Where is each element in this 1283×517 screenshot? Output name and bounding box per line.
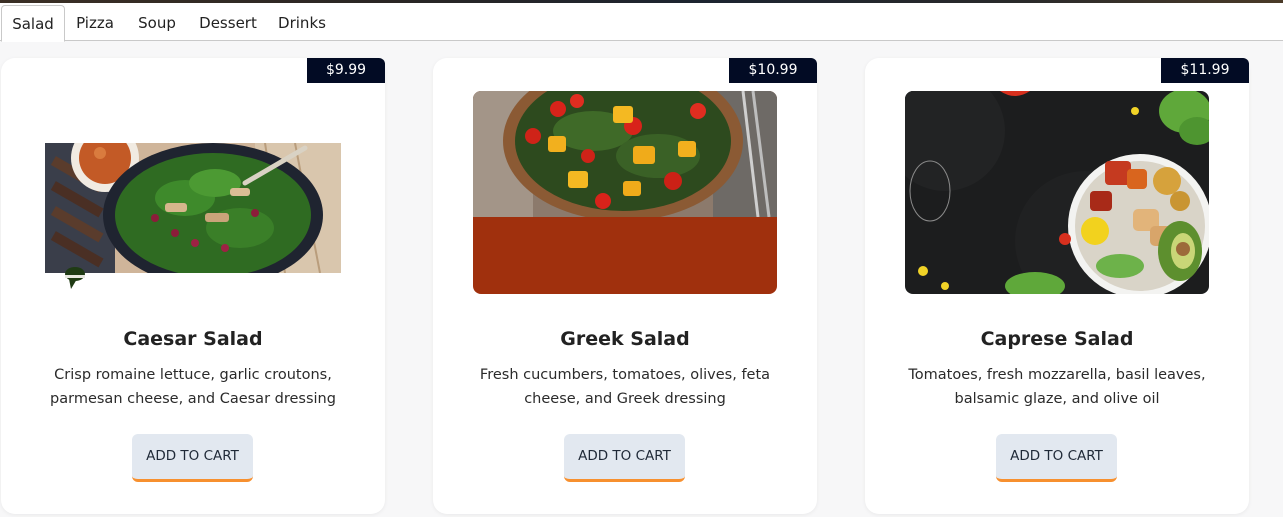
broken-image-icon [63, 265, 87, 291]
price-tag: $10.99 [729, 58, 817, 83]
add-to-cart-button[interactable]: ADD TO CART [564, 434, 685, 482]
card-description: Crisp romaine lettuce, garlic croutons, … [50, 367, 336, 407]
card-description: Tomatoes, fresh mozzarella, basil leaves… [908, 367, 1206, 407]
menu-card-greek-salad: $10.99 Greek Salad Fresh cucumbers, toma… [433, 58, 817, 514]
tab-pizza[interactable]: Pizza [70, 5, 120, 42]
tab-soup[interactable]: Soup [131, 5, 183, 42]
menu-card-caprese-salad: $11.99 Caprese Salad Tomatoes, fresh moz… [865, 58, 1249, 514]
tab-salad[interactable]: Salad [1, 5, 65, 42]
menu-card-caesar-salad: $9.99 Caesar Salad Crisp romaine lettuce… [1, 58, 385, 514]
card-title: Greek Salad [560, 328, 690, 350]
caesar-salad-image [45, 143, 341, 273]
tab-dessert[interactable]: Dessert [194, 5, 262, 42]
card-title: Caprese Salad [980, 328, 1134, 350]
spinach-salad-photo [45, 143, 341, 273]
add-to-cart-button[interactable]: ADD TO CART [996, 434, 1117, 482]
card-description: Fresh cucumbers, tomatoes, olives, feta … [479, 367, 771, 407]
tab-drinks[interactable]: Drinks [273, 5, 331, 42]
tomato-salad-photo [473, 91, 777, 217]
greek-salad-image [473, 91, 777, 294]
category-tab-bar: Salad Pizza Soup Dessert Drinks [0, 3, 1283, 42]
card-title: Caesar Salad [123, 328, 263, 350]
price-tag: $11.99 [1161, 58, 1249, 83]
caprese-salad-image [905, 91, 1209, 294]
price-tag: $9.99 [307, 58, 385, 83]
add-to-cart-button[interactable]: ADD TO CART [132, 434, 253, 482]
vegetable-bowl-photo [905, 91, 1209, 294]
